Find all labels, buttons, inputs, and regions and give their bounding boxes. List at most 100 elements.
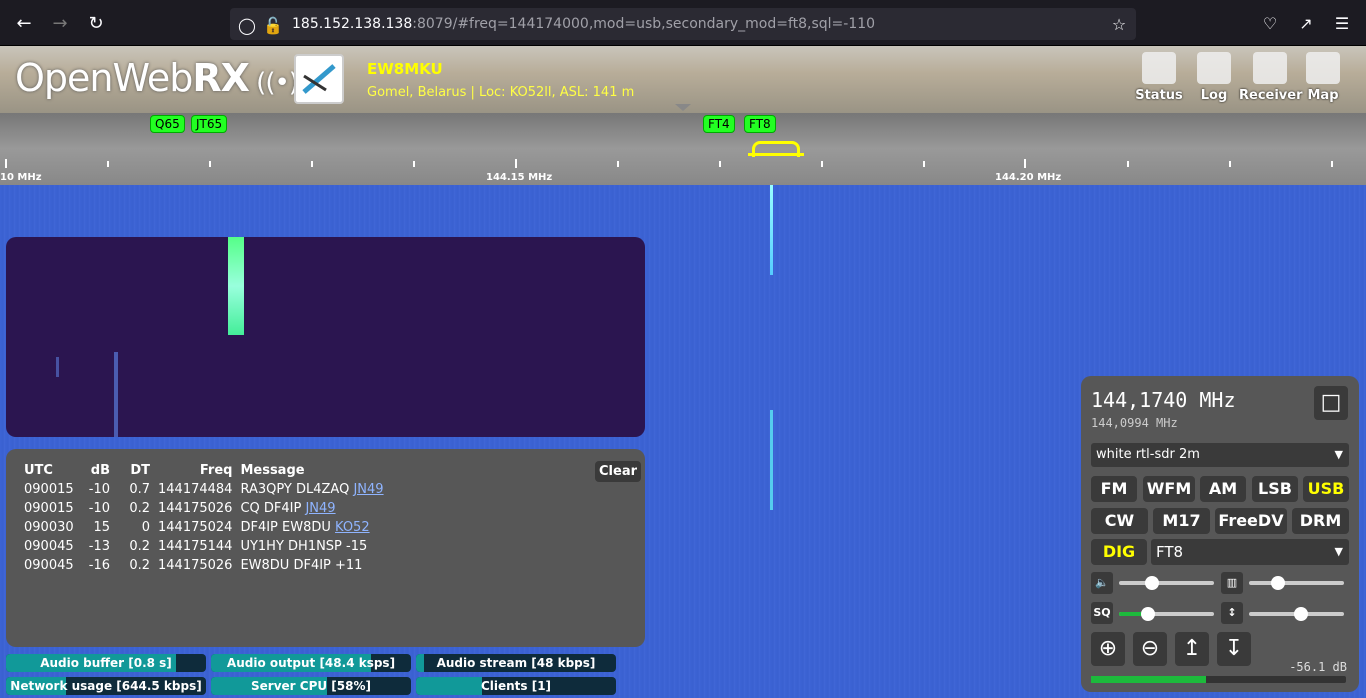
star-icon[interactable]: ☆ [1108,15,1130,34]
cell-message: CQ DF4IP JN49 [236,499,387,518]
waterfall-signal-trace [770,185,773,275]
openwebrx-logo[interactable]: OpenWebRX ((•)) [15,56,308,100]
chevron-down-icon: ▼ [1334,545,1343,558]
cell-freq: 144174484 [158,482,233,497]
cell-freq: 144175026 [158,558,233,573]
map-button[interactable]: Map [1303,52,1343,103]
scale-label: 10 MHz [0,172,42,183]
clients-bar: Clients [1] [416,677,616,695]
url-host: 185.152.138.138 [292,16,413,32]
mode-cw-button[interactable]: CW [1091,508,1148,534]
shield-icon[interactable]: ◯ [236,16,258,35]
squelch-icon[interactable]: SQ [1091,602,1113,624]
scale-tick [821,161,823,167]
cell-freq: 144175144 [158,539,233,554]
digimode-signal-trace [56,357,59,377]
bookmark-ft8[interactable]: FT8 [744,115,776,133]
mode-lsb-button[interactable]: LSB [1252,476,1298,502]
back-arrow-icon[interactable]: ← [11,11,37,37]
mode-freedv-button[interactable]: FreeDV [1215,508,1287,534]
mode-am-button[interactable]: AM [1200,476,1246,502]
extensions-icon[interactable]: ↗ [1295,14,1317,33]
insecure-lock-icon[interactable]: 🔓 [262,16,284,35]
status-button[interactable]: Status [1129,52,1189,103]
cell-freq: 144175024 [158,520,233,535]
table-row: 090045 -13 0.2 144175144 UY1HY DH1NSP -1… [20,537,388,556]
passband-filter-base [748,153,804,156]
receiver-name: EW8MKU [367,60,443,78]
equalizer-icon[interactable]: ↕ [1221,602,1243,624]
mode-m17-button[interactable]: M17 [1153,508,1210,534]
column-header-db: dB [90,463,110,478]
server-cpu-label: Server CPU [58%] [251,679,371,693]
equalizer-slider[interactable] [1249,607,1344,621]
bookmark-q65[interactable]: Q65 [150,115,185,133]
equalizer-slider-knob[interactable] [1294,607,1309,621]
zoom-out-icon[interactable]: ⊖ [1133,632,1167,666]
scale-tick [1127,161,1129,167]
volume-slider[interactable] [1119,576,1214,590]
ft8-messages-panel: UTC dB DT Freq Message 090015 -10 0.7 14… [6,449,645,647]
digimode-waterfall [6,237,645,437]
zoom-to-filter-icon[interactable]: ↧ [1217,632,1251,666]
receiver-button[interactable]: Receiver [1239,52,1303,103]
locator-link[interactable]: KO52 [335,520,370,535]
noise-reduction-slider[interactable] [1249,576,1344,590]
clear-button[interactable]: Clear [595,461,641,482]
reload-icon[interactable]: ↻ [83,11,109,37]
mode-dig-button[interactable]: DIG [1091,539,1147,565]
noise-reduction-icon[interactable]: ▥ [1221,572,1243,594]
locator-link[interactable]: JN49 [305,501,335,516]
frequency-scale[interactable]: Q65 JT65 FT4 FT8 10 MHz 144.15 MHz 144.2… [0,113,1366,185]
cell-db: -10 [88,482,110,497]
squelch-slider-knob[interactable] [1140,607,1155,621]
cell-db: 15 [93,520,110,535]
profile-select[interactable]: white rtl-sdr 2m ▼ [1091,443,1349,467]
collapse-header-icon[interactable] [675,104,691,111]
logo-part-3: RX [192,56,250,100]
scale-label: 144.20 MHz [995,172,1062,183]
squelch-slider[interactable] [1119,607,1214,621]
status-label: Status [1135,88,1183,103]
bookmark-icon[interactable]: □ [1314,386,1348,420]
chevron-down-icon: ▼ [1334,448,1343,461]
receiver-avatar [294,54,344,104]
cell-db: -13 [88,539,110,554]
digital-mode-select[interactable]: FT8 ▼ [1151,539,1349,565]
noise-reduction-slider-knob[interactable] [1270,576,1285,590]
volume-slider-knob[interactable] [1145,576,1160,590]
cell-utc: 090015 [24,482,74,497]
message-text: EW8DU DF4IP +11 [240,558,363,573]
mode-fm-button[interactable]: FM [1091,476,1137,502]
bookmark-jt65[interactable]: JT65 [191,115,228,133]
forward-arrow-icon[interactable]: → [47,11,73,37]
locator-link[interactable]: JN49 [353,482,383,497]
audio-output-bar: Audio output [48.4 ksps] [211,654,411,672]
menu-icon[interactable]: ☰ [1331,14,1353,33]
log-button[interactable]: Log [1184,52,1244,103]
message-text: UY1HY DH1NSP -15 [240,539,368,554]
mode-wfm-button[interactable]: WFM [1143,476,1195,502]
cell-dt: 0.7 [129,482,150,497]
digital-mode-value: FT8 [1156,543,1184,561]
bookmark-ft4[interactable]: FT4 [703,115,735,133]
column-header-message: Message [240,463,305,478]
column-header-dt: DT [130,463,150,478]
map-icon [1306,52,1340,84]
volume-icon[interactable]: 🔈 [1091,572,1113,594]
zoom-to-band-icon[interactable]: ↥ [1175,632,1209,666]
cell-dt: 0.2 [129,501,150,516]
pocket-icon[interactable]: ♡ [1259,14,1281,33]
scale-tick [209,161,211,167]
mode-drm-button[interactable]: DRM [1292,508,1349,534]
cell-utc: 090045 [24,558,74,573]
zoom-in-icon[interactable]: ⊕ [1091,632,1125,666]
smeter-bar [1091,676,1346,683]
frequency-display[interactable]: 144,1740 MHz [1091,388,1236,412]
cell-utc: 090045 [24,539,74,554]
scale-tick [617,161,619,167]
digimode-signal-trace [228,237,244,335]
mode-usb-button[interactable]: USB [1303,476,1349,502]
digimode-signal-trace [114,352,118,437]
url-bar[interactable]: ◯ 🔓 185.152.138.138:8079/#freq=144174000… [230,8,1136,40]
